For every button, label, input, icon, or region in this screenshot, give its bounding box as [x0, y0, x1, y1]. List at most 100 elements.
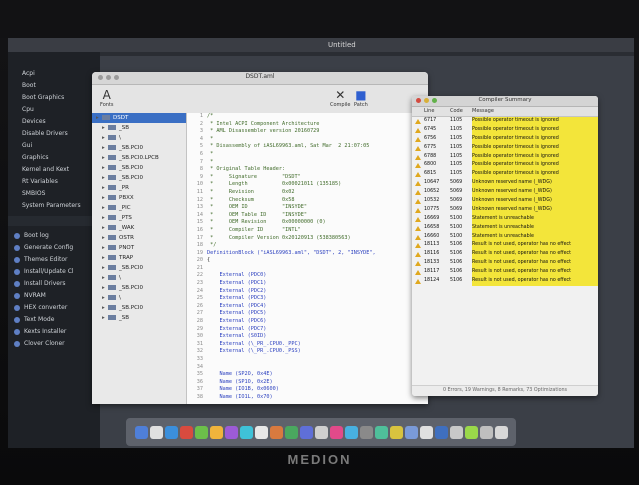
- code-editor[interactable]: 1 /* 2 * Intel ACPI Component Architecture…: [187, 113, 428, 404]
- sidebar-tool[interactable]: NVRAM: [8, 290, 100, 302]
- tree-row[interactable]: ▸ _SB.PCI0: [92, 263, 186, 273]
- sidebar-item[interactable]: Acpi: [8, 68, 100, 80]
- tree-row[interactable]: ▸ _SB: [92, 123, 186, 133]
- tree-row[interactable]: ▸ _SB.PCI0: [92, 143, 186, 153]
- dock-app-icon[interactable]: [149, 425, 163, 439]
- tree-row[interactable]: ▸ _SB.PCI0: [92, 283, 186, 293]
- patch-button[interactable]: ■ Patch: [354, 88, 368, 108]
- line-number: 9: [199, 173, 203, 180]
- tree-row[interactable]: ▸ \: [92, 293, 186, 303]
- dock-app-icon[interactable]: [209, 425, 223, 439]
- compiler-message-row[interactable]: 10647 5069 Unknown reserved name (_WDG): [412, 179, 598, 189]
- compiler-message-row[interactable]: 18133 5106 Result is not used, operator ha…: [412, 259, 598, 269]
- compiler-message-row[interactable]: 6717 1105 Possible operator timeout is ign…: [412, 117, 598, 126]
- compiler-message-row[interactable]: 16669 5100 Statement is unreachable: [412, 214, 598, 224]
- column-message[interactable]: Message: [472, 107, 598, 116]
- dock-app-icon[interactable]: [314, 425, 328, 439]
- tree-row[interactable]: ▸ \: [92, 133, 186, 143]
- compiler-message-row[interactable]: 6788 1105 Possible operator timeout is ign…: [412, 152, 598, 162]
- tree-row[interactable]: ▸ _SB.PCI0: [92, 303, 186, 313]
- tree-row[interactable]: ▸ _SB: [92, 313, 186, 323]
- tree-row[interactable]: ▸ _SB.PCI0: [92, 163, 186, 173]
- dock-app-icon[interactable]: [344, 425, 358, 439]
- tree-row[interactable]: ▸ _SB.PCI0: [92, 173, 186, 183]
- dock-app-icon[interactable]: [494, 425, 508, 439]
- sidebar-tool[interactable]: Clover Cloner: [8, 338, 100, 350]
- sidebar-tool[interactable]: Kexts Installer: [8, 326, 100, 338]
- sidebar-tool[interactable]: Generate Config: [8, 242, 100, 254]
- sidebar-item[interactable]: Rt Variables: [8, 176, 100, 188]
- tree-row[interactable]: ▸ _PIC: [92, 203, 186, 213]
- code-line: 11 * Revision 0x02: [187, 189, 428, 197]
- folder-icon: [108, 135, 116, 140]
- dock-app-icon[interactable]: [239, 425, 253, 439]
- dock-app-icon[interactable]: [419, 425, 433, 439]
- tool-icon: [14, 304, 20, 311]
- column-line[interactable]: Line: [424, 107, 450, 116]
- compiler-message-row[interactable]: 10775 5069 Unknown reserved name (_WDG): [412, 205, 598, 215]
- sidebar-item[interactable]: Boot: [8, 80, 100, 92]
- dock-app-icon[interactable]: [449, 425, 463, 439]
- dock-app-icon[interactable]: [329, 425, 343, 439]
- column-code[interactable]: Code: [450, 107, 472, 116]
- dock-app-icon[interactable]: [404, 425, 418, 439]
- dock-app-icon[interactable]: [389, 425, 403, 439]
- compiler-message-row[interactable]: 18116 5106 Result is not used, operator ha…: [412, 250, 598, 260]
- dock-app-icon[interactable]: [134, 425, 148, 439]
- tree-row[interactable]: ▸ PNOT: [92, 243, 186, 253]
- dock-app-icon[interactable]: [359, 425, 373, 439]
- dock-app-icon[interactable]: [299, 425, 313, 439]
- dock-app-icon[interactable]: [164, 425, 178, 439]
- compile-button[interactable]: ✕ Compile: [330, 88, 350, 108]
- sidebar-item[interactable]: Graphics: [8, 152, 100, 164]
- compiler-message-row[interactable]: 6815 1105 Possible operator timeout is ign…: [412, 170, 598, 180]
- sidebar-item[interactable]: Cpu: [8, 104, 100, 116]
- dock-app-icon[interactable]: [224, 425, 238, 439]
- sidebar-tool[interactable]: Install/Update Cl: [8, 266, 100, 278]
- tree-row[interactable]: ▸ _WAK: [92, 223, 186, 233]
- compiler-message-row[interactable]: 6775 1105 Possible operator timeout is ign…: [412, 143, 598, 153]
- sidebar-item[interactable]: Devices: [8, 116, 100, 128]
- tree-row[interactable]: ▸ _SB.PCI0.LPCB: [92, 153, 186, 163]
- compiler-message-row[interactable]: 6745 1105 Possible operator timeout is ign…: [412, 125, 598, 135]
- tree-row[interactable]: ▸ TRAP: [92, 253, 186, 263]
- sidebar-tool[interactable]: Install Drivers: [8, 278, 100, 290]
- dock-app-icon[interactable]: [464, 425, 478, 439]
- compiler-message-row[interactable]: 16660 5100 Statement is unreachable: [412, 232, 598, 242]
- tree-row[interactable]: ▸ \: [92, 273, 186, 283]
- dock-app-icon[interactable]: [194, 425, 208, 439]
- compiler-message-row[interactable]: 18113 5106 Result is not used, operator ha…: [412, 241, 598, 251]
- sidebar-item[interactable]: SMBIOS: [8, 188, 100, 200]
- compiler-message-row[interactable]: 10652 5069 Unknown reserved name (_WDG): [412, 188, 598, 198]
- tree-row[interactable]: ▸ DSDT: [92, 113, 186, 123]
- code-text: * Original Table Header:: [207, 166, 286, 173]
- sidebar-tool[interactable]: Boot log: [8, 230, 100, 242]
- sidebar-item[interactable]: Kernel and Kext: [8, 164, 100, 176]
- sidebar-item[interactable]: Disable Drivers: [8, 128, 100, 140]
- sidebar-tool[interactable]: Themes Editor: [8, 254, 100, 266]
- sidebar-tool[interactable]: HEX converter: [8, 302, 100, 314]
- compiler-message-row[interactable]: 16658 5100 Statement is unreachable: [412, 223, 598, 233]
- dock-app-icon[interactable]: [284, 425, 298, 439]
- dock-app-icon[interactable]: [254, 425, 268, 439]
- compiler-message-row[interactable]: 6756 1105 Possible operator timeout is ign…: [412, 134, 598, 144]
- dock-app-icon[interactable]: [479, 425, 493, 439]
- sidebar-tool[interactable]: Text Mode: [8, 314, 100, 326]
- sidebar-item[interactable]: System Parameters: [8, 200, 100, 212]
- dock-app-icon[interactable]: [269, 425, 283, 439]
- tree-row[interactable]: ▸ PBXX: [92, 193, 186, 203]
- compiler-message-row[interactable]: 10532 5069 Unknown reserved name (_WDG): [412, 197, 598, 206]
- sidebar-item[interactable]: Gui: [8, 140, 100, 152]
- fonts-button[interactable]: A Fonts: [100, 88, 114, 108]
- dock-app-icon[interactable]: [434, 425, 448, 439]
- compiler-message-row[interactable]: 6800 1105 Possible operator timeout is ign…: [412, 161, 598, 171]
- sidebar-item[interactable]: Boot Graphics: [8, 92, 100, 104]
- compiler-message-row[interactable]: 18124 5106 Result is not used, operator ha…: [412, 277, 598, 286]
- tree-row[interactable]: ▸ OSTR: [92, 233, 186, 243]
- dock-app-icon[interactable]: [179, 425, 193, 439]
- compiler-message-row[interactable]: 18117 5106 Result is not used, operator ha…: [412, 268, 598, 278]
- tree-row[interactable]: ▸ _PR: [92, 183, 186, 193]
- tree-row[interactable]: ▸ _PTS: [92, 213, 186, 223]
- dock-app-icon[interactable]: [374, 425, 388, 439]
- message-code: 1105: [450, 153, 463, 159]
